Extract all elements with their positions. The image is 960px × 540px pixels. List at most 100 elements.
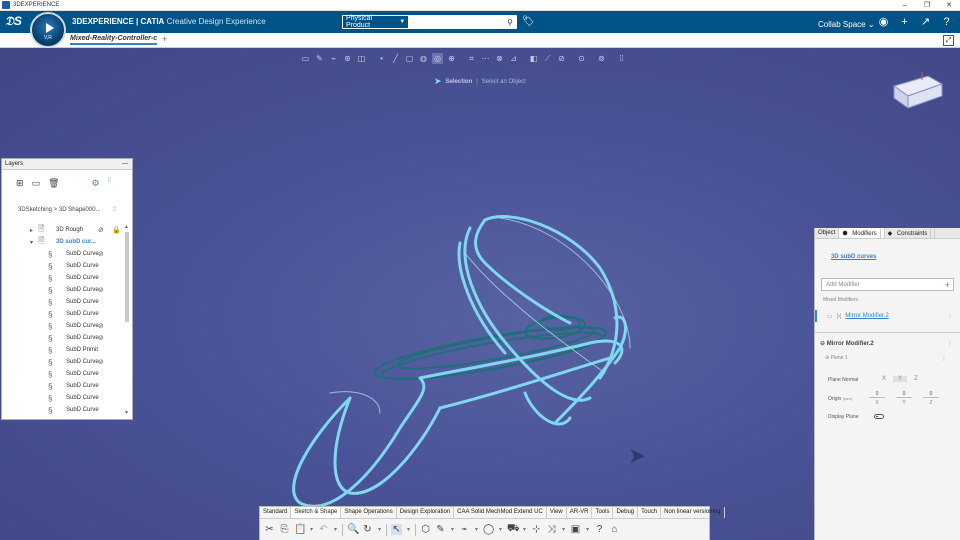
transform-icon[interactable]: ⤨ (546, 524, 557, 535)
chevron-down-icon[interactable]: ▾ (333, 526, 338, 533)
compass-widget[interactable]: V,R (30, 12, 66, 48)
select-icon[interactable]: ↖ (391, 524, 402, 535)
display-plane-toggle[interactable] (874, 414, 884, 419)
search-input[interactable] (408, 16, 504, 28)
ds-logo-icon[interactable]: 𝔇S (5, 14, 22, 29)
add-icon[interactable]: + (897, 15, 912, 29)
scroll-up-icon[interactable]: ▲ (124, 224, 129, 230)
chevron-down-icon[interactable]: ▾ (450, 526, 455, 533)
copy-icon[interactable]: ⎘ (279, 524, 290, 535)
layer-row[interactable]: § SubD Curve (2, 260, 124, 272)
minimize-panel-icon[interactable]: — (122, 161, 128, 167)
axis-x-button[interactable]: X (877, 376, 891, 382)
layer-row[interactable]: ▸ 🗎 3D Rough ⊘ 🔒 (2, 224, 124, 236)
tool-icon[interactable]: ⊘ (556, 53, 567, 64)
tool-icon[interactable]: ✎ (314, 53, 325, 64)
new-layer-icon[interactable]: ⊞ (16, 178, 24, 189)
action-tab[interactable]: Design Exploration (397, 507, 455, 518)
search-context-dropdown[interactable]: Physical Product ▼ (343, 15, 409, 29)
action-tab[interactable]: Standard (260, 507, 292, 518)
layer-row[interactable]: § SubD Curve ⊘ (2, 356, 124, 368)
paste-icon[interactable]: 📋 (294, 524, 306, 535)
chevron-down-icon[interactable]: ▾ (406, 526, 411, 533)
layer-row[interactable]: § SubD Curve (2, 308, 124, 320)
zoom-icon[interactable]: 🔍 (347, 524, 359, 535)
navigation-cube[interactable] (888, 68, 946, 112)
layer-settings-icon[interactable]: ⚙ (92, 178, 100, 189)
hidden-eye-icon[interactable]: ⊘ (98, 250, 104, 258)
tool-icon[interactable]: ◍ (418, 53, 429, 64)
more-icon[interactable]: ⋮ (947, 313, 953, 320)
layer-row[interactable]: § SubD Primit (2, 344, 124, 356)
close-icon[interactable]: ✕ (938, 0, 960, 11)
undo-icon[interactable]: ↶ (318, 524, 329, 535)
rotate-icon[interactable]: ↻ (362, 524, 373, 535)
search-icon[interactable]: ⚲ (503, 18, 517, 27)
tool-icon[interactable]: ◧ (528, 53, 539, 64)
chevron-down-icon[interactable]: ▾ (585, 526, 590, 533)
tool-icon[interactable]: ▢ (404, 53, 415, 64)
lock-icon[interactable]: 🔒 (112, 226, 121, 234)
help-icon[interactable]: ? (939, 15, 954, 29)
layer-row[interactable]: ▾ 🗎 3D subD cur... (2, 236, 124, 248)
share-icon[interactable]: ↗ (918, 15, 933, 29)
cut-icon[interactable]: ✂ (264, 524, 275, 535)
chevron-down-icon[interactable]: ▾ (498, 526, 503, 533)
tool-icon[interactable]: ⊗ (494, 53, 505, 64)
layer-row[interactable]: § SubD Curve ⊘ (2, 332, 124, 344)
home-icon[interactable]: ⌂ (609, 524, 620, 535)
modifier-row[interactable]: ▭ ⟩⟨ Mirror Modifier.2 ⋮ (815, 310, 960, 322)
sketch-icon[interactable]: ✎ (435, 524, 446, 535)
tag-icon[interactable]: 🏷 (522, 16, 535, 27)
layer-row[interactable]: § SubD Curve ⊘ (2, 320, 124, 332)
visibility-icon[interactable]: ▭ (827, 313, 833, 320)
tool-icon[interactable]: • (376, 53, 387, 64)
tab-modifiers[interactable]: ⬢ Modifiers (839, 228, 885, 239)
chevron-down-icon[interactable]: ▾ (309, 526, 314, 533)
modifier-detail-title[interactable]: ⊖ Mirror Modifier.2 (820, 340, 874, 347)
layer-row[interactable]: § SubD Curve (2, 296, 124, 308)
breadcrumb-grip-icon[interactable]: ⁞⁞ (113, 207, 116, 213)
hidden-eye-icon[interactable]: ⊘ (98, 286, 104, 294)
origin-y-field[interactable]: 0 (896, 391, 912, 398)
origin-z-field[interactable]: 0 (923, 391, 939, 398)
cube-icon[interactable]: ⬡ (420, 524, 431, 535)
modifier-name[interactable]: Mirror Modifier.2 (845, 313, 888, 319)
chevron-down-icon[interactable]: ▾ (522, 526, 527, 533)
tool-icon[interactable]: ⊿ (508, 53, 519, 64)
layers-scrollbar[interactable]: ▲ ▼ (124, 224, 130, 416)
chevron-down-icon[interactable]: ▾ (30, 239, 33, 246)
action-tab[interactable]: View (547, 507, 567, 518)
chevron-down-icon[interactable]: ▾ (474, 526, 479, 533)
layer-row[interactable]: § SubD Curve (2, 404, 124, 416)
3d-curve-sketch[interactable] (270, 148, 650, 528)
origin-x-field[interactable]: 0 (869, 391, 885, 398)
minimize-icon[interactable]: – (894, 0, 916, 11)
tool-icon[interactable]: ⋯ (480, 53, 491, 64)
axis-y-button[interactable]: Y (893, 376, 907, 382)
circle-icon[interactable]: ◯ (483, 524, 494, 535)
tool-icon[interactable]: ⊛ (342, 53, 353, 64)
tool-icon[interactable]: ◎ (432, 53, 443, 64)
hidden-eye-icon[interactable]: ⊘ (98, 322, 104, 330)
action-tab[interactable]: CAA Solid MechMod Extend UC (454, 507, 547, 518)
tab-constraints[interactable]: ◆ Constraints (885, 228, 936, 239)
layer-row[interactable]: § SubD Curve (2, 272, 124, 284)
more-icon[interactable]: ⋮ (941, 355, 947, 362)
vehicle-icon[interactable]: ⛟ (507, 523, 520, 536)
add-tab-icon[interactable]: + (162, 34, 167, 44)
action-tab[interactable]: Sketch & Shape (291, 507, 342, 518)
target-object-link[interactable]: 3D subD curves (831, 254, 876, 260)
hidden-eye-icon[interactable]: ⊘ (98, 358, 104, 366)
layer-row[interactable]: § SubD Curve (2, 392, 124, 404)
display-icon[interactable]: ▣ (570, 524, 581, 535)
curve-icon[interactable]: ⌁ (459, 524, 470, 535)
restore-icon[interactable]: ❐ (916, 0, 938, 11)
scroll-down-icon[interactable]: ▼ (124, 410, 129, 416)
tool-icon[interactable]: ⌁ (328, 53, 339, 64)
layer-row[interactable]: § SubD Curve (2, 380, 124, 392)
axis-z-button[interactable]: Z (909, 376, 923, 382)
help-icon[interactable]: ? (594, 524, 605, 535)
hidden-eye-icon[interactable]: ⊘ (98, 226, 104, 234)
add-modifier-field[interactable]: Add Modifier + (821, 278, 954, 291)
